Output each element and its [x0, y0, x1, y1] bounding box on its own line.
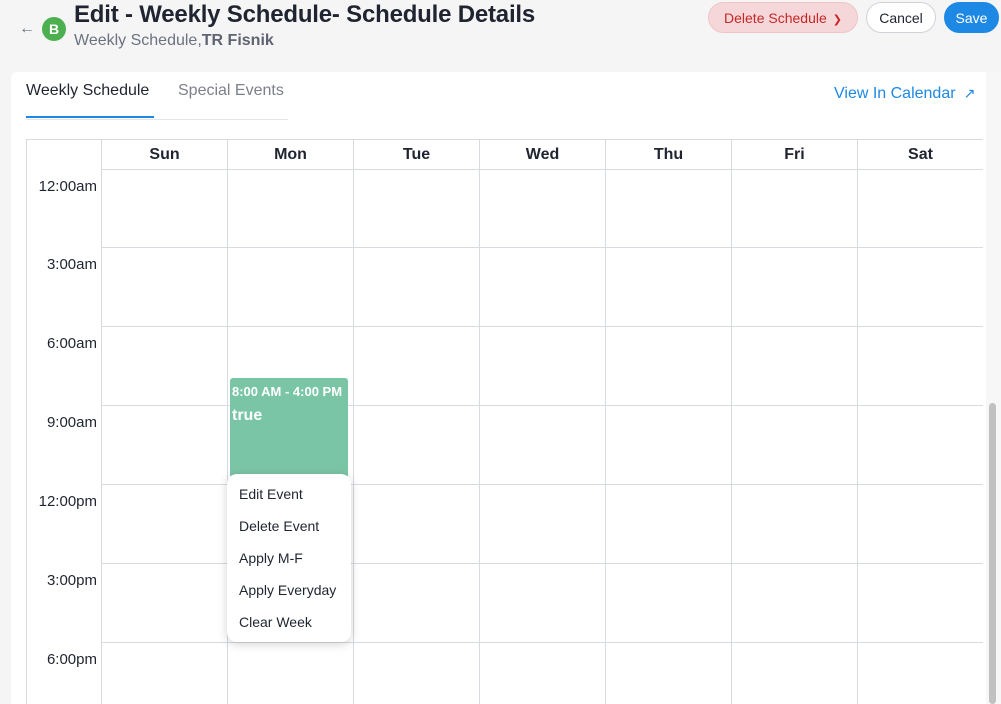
- active-tab-indicator: [26, 116, 154, 118]
- tab-bar: Weekly Schedule Special Events: [26, 72, 288, 120]
- delete-schedule-button[interactable]: Delete Schedule ❯: [708, 2, 858, 33]
- event-time: 8:00 AM - 4:00 PM: [232, 384, 343, 399]
- page-title: Edit - Weekly Schedule- Schedule Details: [74, 1, 536, 28]
- grid-column-divider: [101, 140, 102, 704]
- delete-schedule-label: Delete Schedule: [724, 10, 827, 26]
- grid-column-divider: [353, 140, 354, 704]
- time-label: 12:00pm: [38, 493, 97, 510]
- time-label: 3:00pm: [46, 572, 97, 589]
- back-arrow-icon[interactable]: ←: [18, 18, 36, 40]
- tab-special-events[interactable]: Special Events: [178, 82, 284, 100]
- day-header-sun: Sun: [149, 146, 180, 163]
- menu-item-apply-m-f[interactable]: Apply M-F: [239, 550, 303, 566]
- time-label: 9:00am: [46, 414, 97, 431]
- grid-row-divider: [101, 247, 983, 248]
- tab-weekly-schedule[interactable]: Weekly Schedule: [26, 82, 149, 100]
- grid-column-divider: [731, 140, 732, 704]
- day-header-mon: Mon: [274, 146, 307, 163]
- menu-item-delete-event[interactable]: Delete Event: [239, 518, 319, 534]
- header-divider: [101, 169, 983, 170]
- weekly-calendar-grid: Sun Mon Tue Wed Thu Fri Sat 12:00am 3:00…: [26, 139, 983, 704]
- time-label: 12:00am: [38, 178, 97, 195]
- view-in-calendar-link[interactable]: View In Calendar ↗: [834, 85, 975, 103]
- event-title: true: [232, 407, 263, 424]
- event-context-menu: Edit Event Delete Event Apply M-F Apply …: [227, 474, 351, 642]
- time-label: 6:00am: [46, 335, 97, 352]
- time-label: 3:00am: [46, 256, 97, 273]
- save-button[interactable]: Save: [944, 2, 999, 33]
- day-header-thu: Thu: [653, 146, 684, 163]
- schedule-panel: Weekly Schedule Special Events View In C…: [11, 72, 1001, 704]
- subtitle-location: TR Fisnik: [201, 32, 274, 49]
- external-link-arrow-icon: ↗: [963, 85, 976, 101]
- day-header-wed: Wed: [525, 146, 560, 163]
- grid-row-divider: [101, 642, 983, 643]
- view-in-calendar-label: View In Calendar: [834, 85, 956, 102]
- day-header-sat: Sat: [908, 146, 933, 163]
- grid-row-divider: [101, 326, 983, 327]
- day-header-fri: Fri: [784, 146, 805, 163]
- subtitle-prefix: Weekly Schedule,: [74, 32, 202, 49]
- menu-item-apply-everyday[interactable]: Apply Everyday: [239, 582, 336, 598]
- day-header-tue: Tue: [402, 146, 431, 163]
- scrollbar-thumb[interactable]: [989, 403, 996, 704]
- menu-item-edit-event[interactable]: Edit Event: [239, 486, 303, 502]
- grid-column-divider: [479, 140, 480, 704]
- chevron-down-icon: ❯: [832, 14, 842, 26]
- grid-column-divider: [605, 140, 606, 704]
- calendar-event[interactable]: 8:00 AM - 4:00 PM true: [230, 378, 348, 478]
- top-bar: ← B Edit - Weekly Schedule- Schedule Det…: [0, 0, 1001, 70]
- page-subtitle: Weekly Schedule,TR Fisnik: [74, 32, 274, 50]
- time-label: 6:00pm: [46, 651, 97, 668]
- avatar: B: [42, 17, 66, 41]
- cancel-button[interactable]: Cancel: [866, 2, 936, 33]
- grid-column-divider: [857, 140, 858, 704]
- menu-item-clear-week[interactable]: Clear Week: [239, 614, 312, 630]
